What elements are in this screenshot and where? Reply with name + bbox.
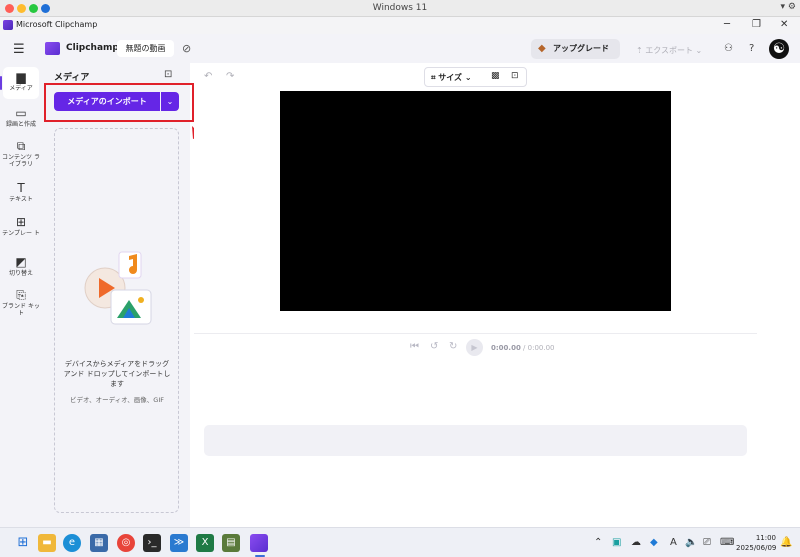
media-panel: メディア ⊡ メディアのインポート ⌄ デバイスからメディアをドラッグ アンド …	[42, 63, 194, 527]
rail-label-library: コンテンツ ライブラリ	[2, 154, 40, 168]
skip-back-icon[interactable]: ⏮	[410, 341, 419, 352]
rail-label-template: テンプレー ト	[2, 230, 40, 237]
rail-item-text[interactable]: T テキスト	[0, 181, 42, 203]
share-icon[interactable]: ⚇	[724, 43, 733, 54]
editor-header: ☰ Clipchamp 無題の動画 ⊘ ◆ アップグレード ⇡ エクスポート ⌄…	[0, 34, 800, 63]
clipchamp-app-icon	[3, 20, 13, 30]
media-illustration-icon	[84, 251, 152, 325]
library-icon: ⧉	[16, 139, 26, 153]
export-label: エクスポート	[645, 46, 694, 55]
rail-item-library[interactable]: ⧉ コンテンツ ライブラリ	[0, 139, 42, 168]
host-title-bar: Windows 11 ▾ ⚙	[0, 0, 800, 17]
keyboard-icon[interactable]: ⌨	[720, 537, 734, 548]
close-button[interactable]: ✕	[780, 19, 788, 30]
network-icon[interactable]: ⎚	[703, 537, 711, 548]
powershell-icon[interactable]: ≫	[170, 534, 188, 552]
upgrade-button[interactable]: ◆ アップグレード	[531, 39, 620, 59]
taskbar: ⊞ ▬ e ▦ ◎ ›_ ≫ X ▤ ⌃ ▣ ☁ ◆ A 🔈 ⎚ ⌨ 11:00…	[0, 527, 800, 557]
host-title: Windows 11	[372, 3, 428, 13]
onedrive-icon[interactable]: ☁	[631, 537, 641, 548]
edge-icon[interactable]: e	[63, 534, 81, 552]
background-icon[interactable]: ▩	[491, 71, 500, 81]
notification-icon[interactable]: 🔔	[780, 537, 792, 548]
clock-time: 11:00	[755, 534, 776, 542]
defender-icon[interactable]: ◆	[650, 537, 658, 548]
excel-icon[interactable]: X	[196, 534, 214, 552]
file-explorer-icon[interactable]: ▬	[38, 534, 56, 552]
rail-label-record: 録画と作成	[5, 121, 36, 128]
playback-time: 0:00.00 / 0:00.00	[491, 344, 554, 352]
import-media-button[interactable]: メディアのインポート	[54, 92, 160, 111]
upgrade-label: アップグレード	[553, 44, 609, 53]
hamburger-menu-icon[interactable]: ☰	[13, 42, 25, 57]
rail-item-media[interactable]: ▆ メディア	[0, 67, 42, 99]
folder-icon: ▆	[16, 70, 26, 84]
gem-icon: ◆	[538, 43, 546, 54]
app-title-bar: Microsoft Clipchamp ─ ❐ ✕	[0, 17, 800, 34]
dropzone-formats: ビデオ、オーディオ、画像、GIF	[70, 396, 164, 404]
tray-chevron-icon[interactable]: ⌃	[594, 537, 602, 548]
host-menu-icon[interactable]: ▾ ⚙	[781, 2, 796, 12]
template-icon: ⊞	[15, 215, 27, 229]
rail-item-template[interactable]: ⊞ テンプレー ト	[0, 215, 42, 237]
help-icon[interactable]: ?	[749, 43, 754, 54]
collapse-panel-icon[interactable]: ⊡	[164, 69, 172, 80]
text-icon: T	[17, 181, 25, 195]
maximize-button[interactable]: ❐	[752, 19, 761, 30]
start-icon[interactable]: ⊞	[14, 534, 32, 552]
notepad-icon[interactable]: ▤	[222, 534, 240, 552]
rail-label-transition: 切り替え	[8, 270, 33, 277]
import-options-chevron-icon[interactable]: ⌄	[161, 92, 179, 111]
volume-icon[interactable]: 🔈	[685, 537, 697, 548]
avatar[interactable]: ☯	[769, 39, 789, 59]
remote-desktop-icon[interactable]: ▦	[90, 534, 108, 552]
undo-icon[interactable]: ↶	[204, 71, 212, 82]
preview-area: ↶ ↷ ⌗ サイズ ⌄ ▩ ⊡ ⏮ ↺ ↻ ▶ 0:00.00 / 0:00.0…	[194, 63, 757, 522]
chrome-icon[interactable]: ◎	[117, 534, 135, 552]
app-name: Microsoft Clipchamp	[16, 20, 98, 29]
brand-icon: ⎘	[16, 288, 26, 302]
clipchamp-logo-icon	[45, 42, 60, 55]
export-chevron-icon: ⌄	[693, 46, 703, 55]
left-nav-rail: ▆ メディア ▭ 録画と作成 ⧉ コンテンツ ライブラリ T テキスト ⊞ テン…	[0, 63, 42, 527]
preview-divider	[194, 333, 757, 334]
minimize-button[interactable]: ─	[724, 19, 730, 30]
play-button[interactable]: ▶	[466, 339, 483, 356]
video-canvas[interactable]	[280, 91, 671, 311]
rail-label-media: メディア	[9, 85, 33, 92]
rail-item-record[interactable]: ▭ 録画と作成	[0, 106, 42, 128]
captions-icon[interactable]: ⊡	[511, 71, 519, 81]
tray-app-icon[interactable]: ▣	[612, 537, 621, 548]
clock[interactable]: 11:00 2025/06/09	[736, 533, 776, 553]
dropzone-instructions: デバイスからメディアをドラッグ アンド ドロップしてインポートします	[63, 360, 171, 388]
forward-5s-icon[interactable]: ↻	[449, 341, 457, 352]
project-name-field[interactable]: 無題の動画	[117, 40, 174, 57]
transition-icon: ◩	[15, 255, 27, 269]
canvas-toolbar: ⌗ サイズ ⌄ ▩ ⊡	[424, 67, 527, 87]
redo-icon[interactable]: ↷	[226, 71, 234, 82]
aspect-ratio-button[interactable]: ⌗ サイズ ⌄	[431, 72, 472, 83]
clock-date: 2025/06/09	[736, 544, 777, 552]
cloud-off-icon[interactable]: ⊘	[182, 42, 191, 55]
export-upload-icon: ⇡	[636, 46, 646, 55]
rewind-5s-icon[interactable]: ↺	[430, 341, 438, 352]
timeline-track[interactable]	[204, 425, 747, 456]
time-total: / 0:00.00	[523, 344, 555, 352]
time-current: 0:00.00	[491, 344, 521, 352]
panel-title: メディア	[54, 73, 90, 83]
rail-label-text: テキスト	[9, 196, 33, 203]
ime-indicator[interactable]: A	[670, 537, 677, 548]
media-dropzone[interactable]: デバイスからメディアをドラッグ アンド ドロップしてインポートします ビデオ、オ…	[54, 128, 179, 513]
export-button[interactable]: ⇡ エクスポート ⌄	[636, 45, 702, 56]
clipchamp-taskbar-icon[interactable]	[250, 534, 268, 552]
rail-label-brand: ブランド キット	[2, 303, 40, 317]
record-icon: ▭	[15, 106, 27, 120]
rail-item-brand[interactable]: ⎘ ブランド キット	[0, 288, 42, 317]
brand-name: Clipchamp	[66, 43, 119, 53]
rail-item-transition[interactable]: ◩ 切り替え	[0, 255, 42, 277]
size-label: サイズ	[438, 73, 463, 82]
terminal-icon[interactable]: ›_	[143, 534, 161, 552]
